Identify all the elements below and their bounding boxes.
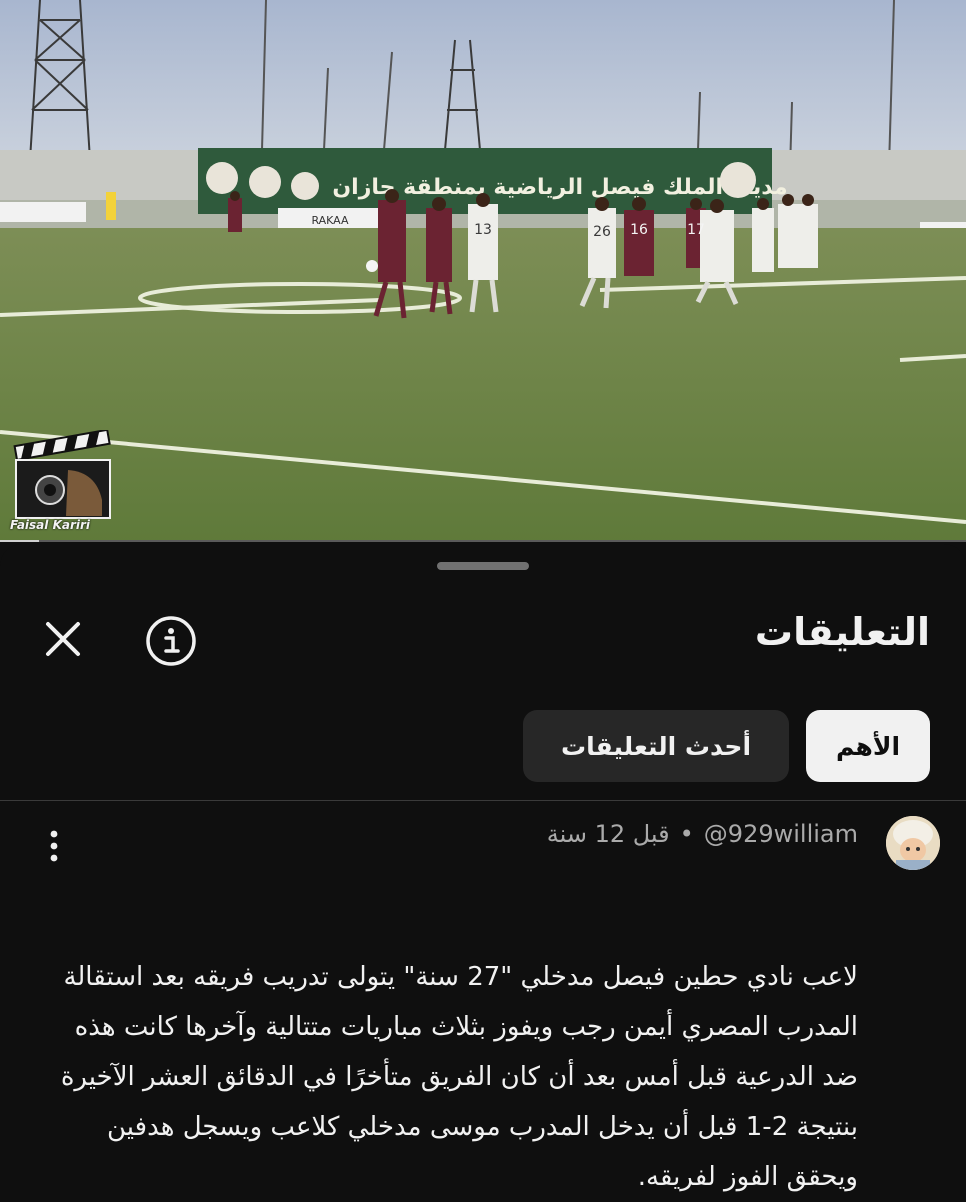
stadium-banner-text: مدينة الملك فيصل الرياضية بمنطقة جازان: [332, 175, 787, 200]
comments-title: التعليقات: [754, 610, 930, 654]
close-button[interactable]: [38, 614, 88, 664]
avatar-image: [886, 816, 940, 870]
jersey-number: 26: [593, 224, 611, 240]
jersey-number: 13: [474, 222, 492, 238]
comment-more-button[interactable]: [40, 826, 68, 866]
jersey-number: 17: [687, 222, 705, 238]
comment-meta: @929william • قبل 12 سنة: [547, 820, 858, 848]
avatar[interactable]: [886, 816, 940, 870]
close-icon: [46, 622, 80, 656]
sort-chip-newest[interactable]: أحدث التعليقات: [523, 710, 789, 782]
video-frame: مدينة الملك فيصل الرياضية بمنطقة جازان R…: [0, 0, 966, 542]
comment-time: قبل 12 سنة: [546, 820, 670, 848]
video-progress-fill: [0, 540, 39, 542]
comments-sheet: التعليقات الأهم أحدث التعليقات @929willi…: [0, 544, 966, 1200]
watermark-label: Faisal Kariri: [10, 518, 91, 532]
jersey-number: 16: [630, 222, 648, 238]
sheet-drag-handle[interactable]: [437, 562, 529, 570]
divider: [0, 800, 966, 801]
video-progress-bar[interactable]: [0, 540, 966, 542]
info-icon: [146, 616, 196, 666]
ad-board-text: RAKAA: [311, 214, 349, 227]
more-vert-icon: [50, 830, 58, 862]
comment-author[interactable]: @929william: [704, 820, 858, 848]
comment-text: لاعب نادي حطين فيصل مدخلي "27 سنة" يتولى…: [60, 962, 858, 1192]
sort-chip-top[interactable]: الأهم: [806, 710, 930, 782]
video-player[interactable]: مدينة الملك فيصل الرياضية بمنطقة جازان R…: [0, 0, 966, 542]
info-button[interactable]: [144, 614, 198, 668]
meta-separator: •: [679, 820, 694, 848]
